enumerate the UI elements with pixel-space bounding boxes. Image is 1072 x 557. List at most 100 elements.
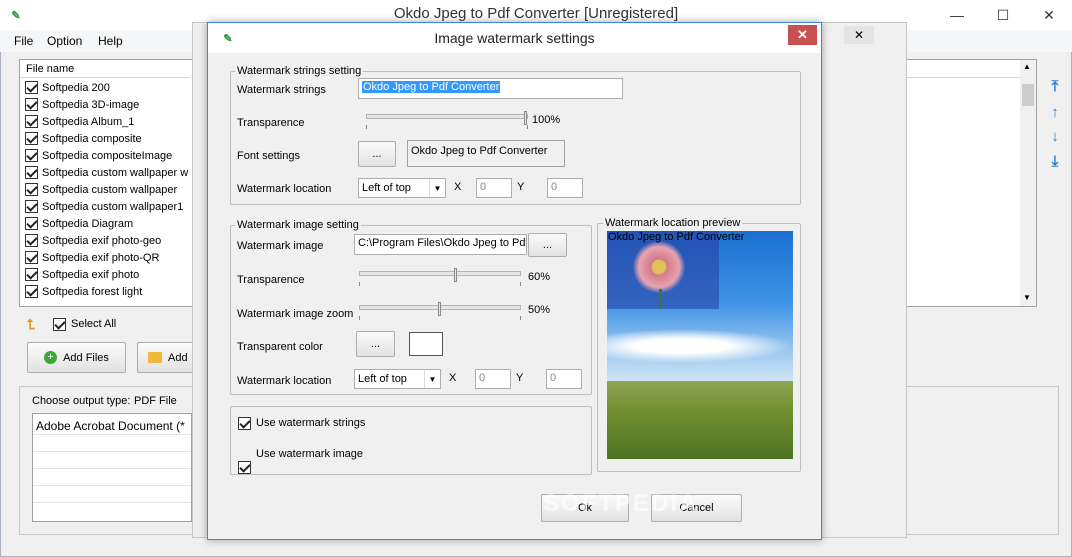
file-list-item[interactable]: Softpedia exif photo-geo [20,232,190,249]
window-title: Okdo Jpeg to Pdf Converter [Unregistered… [393,5,679,22]
strings-x-input[interactable]: 0 [476,178,512,198]
slider-track [366,114,528,119]
image-zoom-label: Watermark image zoom [237,308,354,320]
file-list-item[interactable]: Softpedia 3D-image [20,96,190,113]
close-button[interactable]: ✕ [1026,0,1072,30]
file-list-item[interactable]: Softpedia custom wallpaper [20,181,190,198]
add-files-button[interactable]: + Add Files [27,342,126,373]
image-transparence-slider[interactable] [359,268,521,288]
image-location-select[interactable]: Left of top ▼ [354,369,441,389]
dialog-close-button[interactable]: ✕ [788,25,817,45]
move-bottom-icon[interactable]: ⤓ [1048,154,1062,169]
select-all-checkbox[interactable] [53,318,66,331]
slider-track [359,271,521,276]
move-top-icon[interactable]: ⤒ [1048,79,1062,94]
maximize-button[interactable]: ☐ [980,0,1026,30]
file-list-item[interactable]: Softpedia exif photo [20,266,190,283]
image-location-label: Watermark location [237,375,332,387]
scroll-down-icon[interactable]: ▼ [1023,293,1031,302]
list-scrollbar-thumb[interactable] [1022,84,1034,106]
transparent-color-swatch[interactable] [409,332,443,356]
add-files-label: Add Files [63,351,109,364]
folder-icon [148,352,162,363]
strings-location-select[interactable]: Left of top ▼ [358,178,446,198]
slider-tick [520,282,521,286]
file-list-item[interactable]: Softpedia 200 [20,79,190,96]
slider-thumb[interactable] [454,268,457,282]
cancel-button[interactable]: Cancel [651,494,742,522]
background-close-icon[interactable]: ✕ [844,26,874,44]
watermark-dialog: ✎ Image watermark settings ✕ Watermark s… [207,22,822,540]
watermark-strings-value: Okdo Jpeg to Pdf Converter [362,81,501,93]
transparent-color-label: Transparent color [237,341,323,353]
file-checkbox[interactable] [25,115,38,128]
use-strings-checkbox[interactable] [238,417,251,430]
watermark-strings-input[interactable]: Okdo Jpeg to Pdf Converter [358,78,623,99]
up-folder-icon[interactable]: ⮤ [27,316,35,333]
slider-thumb[interactable] [438,302,441,316]
use-image-label: Use watermark image [256,448,363,460]
file-checkbox[interactable] [25,234,38,247]
column-header-file-name[interactable]: File name [20,60,190,78]
output-type-label: Choose output type: [32,395,131,407]
file-list-item[interactable]: Softpedia compositeImage [20,147,190,164]
file-name: Softpedia exif photo [42,268,140,281]
strings-transparence-label: Transparence [237,117,305,129]
preview-clouds [607,329,793,363]
file-checkbox[interactable] [25,183,38,196]
preview-stem [659,289,662,309]
output-type-item[interactable]: Adobe Acrobat Document (* [36,419,190,433]
slider-thumb[interactable] [524,111,527,125]
move-up-icon[interactable]: ↑ [1048,105,1062,120]
menu-help[interactable]: Help [98,34,123,48]
file-list-item[interactable]: Softpedia composite [20,130,190,147]
file-checkbox[interactable] [25,98,38,111]
file-checkbox[interactable] [25,268,38,281]
ok-button[interactable]: Ok [541,494,629,522]
file-checkbox[interactable] [25,200,38,213]
file-list-item[interactable]: Softpedia exif photo-QR [20,249,190,266]
output-row-line [33,502,191,503]
menu-option[interactable]: Option [47,34,82,48]
image-transparence-value: 60% [528,271,551,283]
browse-image-button[interactable]: ... [528,233,567,257]
file-checkbox[interactable] [25,217,38,230]
output-row-line [33,485,191,486]
file-name: Softpedia exif photo-QR [42,251,160,264]
file-checkbox[interactable] [25,251,38,264]
image-zoom-value: 50% [528,304,551,316]
file-name: Softpedia custom wallpaper1 [42,200,184,213]
file-checkbox[interactable] [25,166,38,179]
menu-file[interactable]: File [14,34,33,48]
add-folder-button[interactable]: Add [137,342,197,373]
file-list-item[interactable]: Softpedia Album_1 [20,113,190,130]
file-checkbox[interactable] [25,285,38,298]
output-row-line [33,451,191,452]
file-checkbox[interactable] [25,132,38,145]
image-y-input[interactable]: 0 [546,369,582,389]
image-location-value: Left of top [358,373,407,385]
scroll-up-icon[interactable]: ▲ [1023,62,1031,71]
font-settings-button[interactable]: ... [358,141,396,167]
minimize-button[interactable]: — [934,0,980,30]
output-row-line [33,468,191,469]
image-zoom-slider[interactable] [359,302,521,322]
file-name: Softpedia compositeImage [42,149,173,162]
file-checkbox[interactable] [25,149,38,162]
file-list-item[interactable]: Softpedia custom wallpaper w [20,164,190,181]
file-name: Softpedia forest light [42,285,143,298]
file-list-item[interactable]: Softpedia Diagram [20,215,190,232]
strings-y-input[interactable]: 0 [547,178,583,198]
use-image-checkbox[interactable] [238,461,251,474]
file-name: Softpedia custom wallpaper [42,183,178,196]
watermark-image-path[interactable]: C:\Program Files\Okdo Jpeg to Pdf [354,234,527,255]
strings-transparence-slider[interactable] [366,111,528,131]
image-x-input[interactable]: 0 [475,369,511,389]
file-list-item[interactable]: Softpedia custom wallpaper1 [20,198,190,215]
file-checkbox[interactable] [25,81,38,94]
move-down-icon[interactable]: ↓ [1048,129,1062,144]
chevron-down-icon: ▼ [424,370,440,388]
file-list-item[interactable]: Softpedia forest light [20,283,190,300]
output-row-line [33,434,191,435]
transparent-color-button[interactable]: ... [356,331,395,357]
